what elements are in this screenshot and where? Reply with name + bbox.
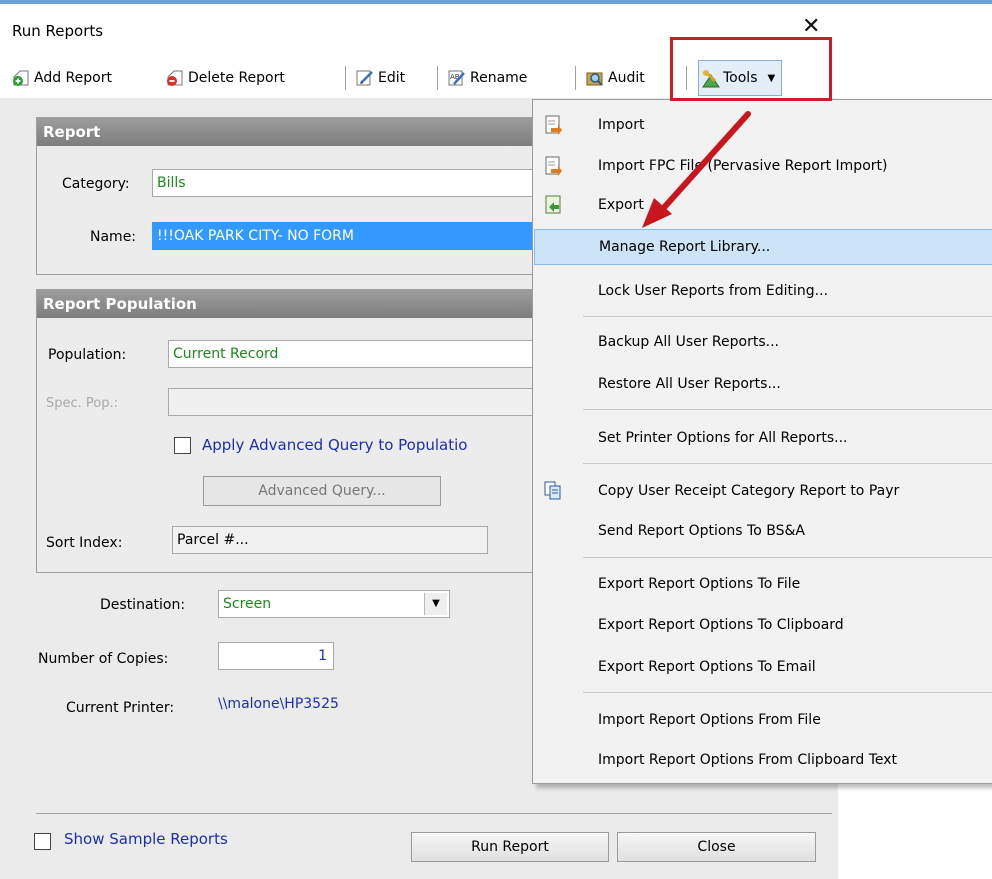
add-icon	[12, 69, 30, 87]
menu-item-label: Import Report Options From Clipboard Tex…	[598, 752, 898, 768]
menu-item-copy-receipt-category[interactable]: Copy User Receipt Category Report to Pay…	[534, 472, 992, 510]
spec-pop-label: Spec. Pop.:	[46, 396, 119, 411]
printer-value: \\malone\HP3525	[218, 696, 339, 712]
delete-icon	[166, 69, 184, 87]
annotation-arrow-icon	[642, 111, 751, 228]
window-title: Run Reports	[12, 22, 104, 40]
rename-label: Rename	[470, 70, 528, 86]
add-report-label: Add Report	[34, 70, 112, 86]
audit-button[interactable]: Audit	[586, 60, 645, 96]
menu-item-label: Lock User Reports from Editing...	[598, 283, 829, 299]
report-group-header: Report	[37, 118, 547, 146]
add-report-button[interactable]: Add Report	[12, 60, 112, 96]
destination-label: Destination:	[100, 597, 186, 613]
rename-icon: AB	[448, 69, 466, 87]
menu-item-export-options-email[interactable]: Export Report Options To Email	[534, 648, 992, 686]
advanced-query-button[interactable]: Advanced Query...	[203, 476, 441, 506]
menu-item-export[interactable]: Export	[534, 186, 992, 224]
copies-field[interactable]: 1	[218, 642, 334, 670]
rename-button[interactable]: AB Rename	[448, 60, 527, 96]
close-button[interactable]: Close	[617, 832, 816, 862]
menu-separator	[583, 463, 992, 464]
menu-item-lock-user-reports[interactable]: Lock User Reports from Editing...	[534, 272, 992, 310]
menu-item-label: Restore All User Reports...	[598, 376, 781, 392]
menu-separator	[583, 692, 992, 693]
menu-item-label: Export Report Options To Email	[598, 659, 816, 675]
apply-advanced-query-label: Apply Advanced Query to Populatio	[202, 436, 468, 454]
window-top-border	[0, 0, 992, 4]
edit-label: Edit	[378, 70, 406, 86]
import-icon	[545, 115, 562, 135]
copy-icon	[544, 481, 561, 500]
edit-button[interactable]: Edit	[356, 60, 405, 96]
menu-item-label: Copy User Receipt Category Report to Pay…	[598, 483, 900, 499]
menu-item-label: Set Printer Options for All Reports...	[598, 430, 848, 446]
import-fpc-icon	[545, 156, 562, 176]
name-field[interactable]: !!!OAK PARK CITY- NO FORM	[152, 222, 546, 250]
sort-index-field[interactable]: Parcel #...	[172, 526, 488, 554]
menu-item-export-options-clipboard[interactable]: Export Report Options To Clipboard	[534, 606, 992, 644]
menu-item-import-options-file[interactable]: Import Report Options From File	[534, 701, 992, 739]
menu-item-import-fpc[interactable]: Import FPC File (Pervasive Report Import…	[534, 147, 992, 185]
delete-report-label: Delete Report	[188, 70, 285, 86]
category-label: Category:	[62, 176, 130, 192]
toolbar-separator	[575, 66, 576, 90]
export-icon	[545, 195, 561, 214]
menu-item-send-report-options[interactable]: Send Report Options To BS&A	[534, 512, 992, 550]
menu-separator	[583, 316, 992, 317]
destination-dropdown[interactable]: Screen	[218, 590, 450, 618]
menu-item-label: Backup All User Reports...	[598, 334, 779, 350]
delete-report-button[interactable]: Delete Report	[166, 60, 285, 96]
population-label: Population:	[48, 347, 127, 363]
tools-highlight-box	[670, 37, 832, 101]
menu-separator	[583, 557, 992, 558]
population-group-header: Report Population	[37, 290, 547, 318]
spec-pop-dropdown	[168, 388, 538, 416]
name-label: Name:	[90, 229, 137, 245]
printer-label: Current Printer:	[66, 700, 175, 716]
menu-item-import[interactable]: Import	[534, 106, 992, 144]
copies-label: Number of Copies:	[38, 651, 169, 667]
menu-item-label: Export Report Options To File	[598, 576, 801, 592]
menu-separator	[583, 409, 992, 410]
toolbar-separator	[437, 66, 438, 90]
run-report-button[interactable]: Run Report	[411, 832, 609, 862]
chevron-down-icon[interactable]: ▼	[424, 593, 447, 615]
menu-item-restore-user-reports[interactable]: Restore All User Reports...	[534, 365, 992, 403]
audit-icon	[586, 69, 604, 87]
menu-item-set-printer-options[interactable]: Set Printer Options for All Reports...	[534, 419, 992, 457]
menu-item-label: Export Report Options To Clipboard	[598, 617, 844, 633]
population-dropdown[interactable]: Current Record	[168, 340, 538, 368]
menu-item-label: Import Report Options From File	[598, 712, 821, 728]
show-sample-reports-label: Show Sample Reports	[64, 830, 228, 848]
toolbar-separator	[345, 66, 346, 90]
show-sample-reports-checkbox[interactable]	[34, 833, 51, 850]
menu-item-export-options-file[interactable]: Export Report Options To File	[534, 565, 992, 603]
category-field[interactable]: Bills	[152, 169, 546, 197]
footer-divider	[36, 813, 832, 814]
edit-icon	[356, 69, 374, 87]
tools-menu: Import Import FPC File (Pervasive Report…	[532, 99, 992, 784]
audit-label: Audit	[608, 70, 645, 86]
menu-item-import-options-clipboard[interactable]: Import Report Options From Clipboard Tex…	[534, 741, 992, 779]
close-icon[interactable]: ✕	[802, 16, 820, 38]
menu-item-manage-report-library[interactable]: Manage Report Library...	[534, 229, 992, 265]
sort-index-label: Sort Index:	[46, 535, 123, 551]
menu-item-backup-user-reports[interactable]: Backup All User Reports...	[534, 323, 992, 361]
menu-item-label: Send Report Options To BS&A	[598, 523, 805, 539]
apply-advanced-query-checkbox[interactable]	[174, 437, 191, 454]
